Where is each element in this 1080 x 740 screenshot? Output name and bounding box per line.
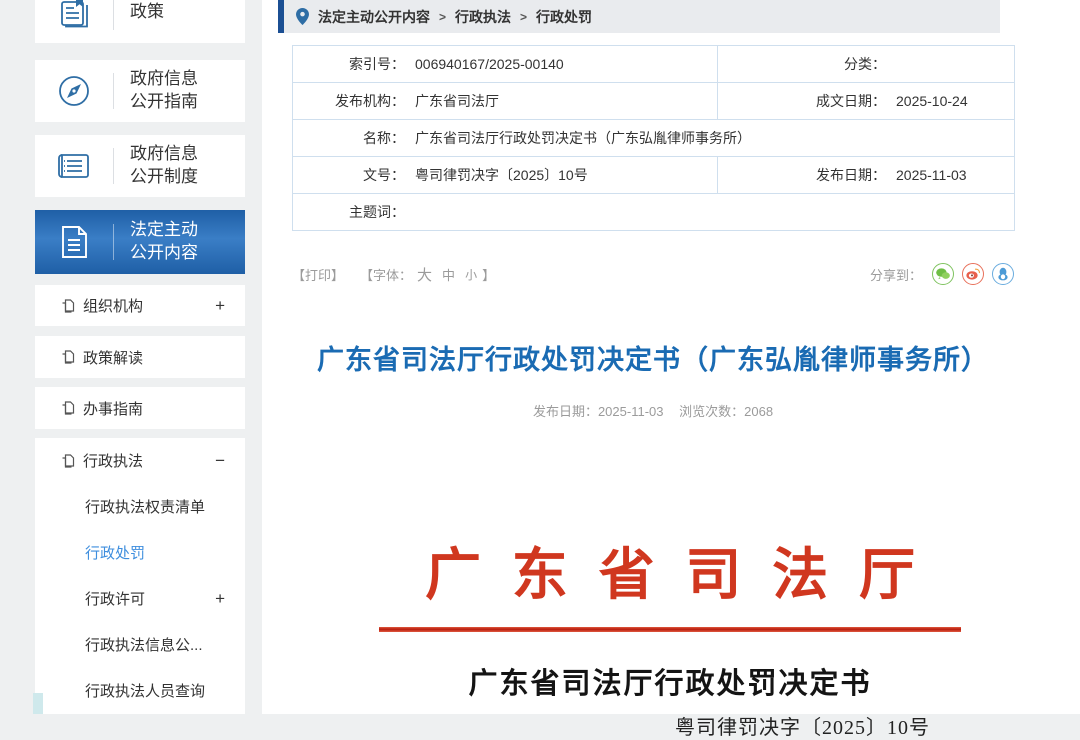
letterhead-agency-name: 广东省司法厅 <box>330 530 1010 611</box>
sidebar-item-enforcement-personnel-query[interactable]: 行政执法人员查询 <box>35 668 245 714</box>
breadcrumb-link-penalty[interactable]: 行政处罚 <box>536 7 592 27</box>
sidebar-item-info-system[interactable]: 政府信息 公开制度 <box>35 135 245 197</box>
sidebar-item-administrative-license[interactable]: 行政许可 + <box>35 575 245 621</box>
sidebar-item-label: 行政执法 <box>83 450 143 471</box>
sidebar-item-label: 办事指南 <box>83 398 143 419</box>
doc-number-label: 文号： <box>293 165 405 185</box>
table-row: 名称： 广东省司法厅行政处罚决定书（广东弘胤律师事务所） <box>293 120 1015 157</box>
font-size-suffix: 】 <box>482 265 495 284</box>
document-icon <box>35 224 113 260</box>
page-title: 广东省司法厅行政处罚决定书（广东弘胤律师事务所） <box>292 338 1014 377</box>
keywords-label: 主题词： <box>293 202 405 222</box>
font-size-small-button[interactable]: 小 <box>465 266 477 283</box>
sidebar-item-label: 法定主动 公开内容 <box>114 219 198 265</box>
share-group: 分享到： <box>870 263 1014 285</box>
sidebar-item-label: 政府信息 公开指南 <box>114 68 198 114</box>
sidebar-item-policy-interpretation[interactable]: 政策解读 <box>35 336 245 378</box>
sidebar-item-organizations[interactable]: 组织机构 + <box>35 285 245 326</box>
sidebar-item-label: 政策解读 <box>83 347 143 368</box>
sidebar-item-enforcement[interactable]: 行政执法 − <box>35 438 245 483</box>
expand-plus-icon[interactable]: + <box>215 296 225 316</box>
document-metadata-table: 索引号： 006940167/2025-00140 分类： 发布机构： 广东省司… <box>292 45 1015 231</box>
table-row: 索引号： 006940167/2025-00140 分类： <box>293 46 1015 83</box>
sidebar-item-enforcement-duty-list[interactable]: 行政执法权责清单 <box>35 483 245 529</box>
index-number-label: 索引号： <box>293 54 405 74</box>
table-row: 文号： 粤司律罚决字〔2025〕10号 发布日期： 2025-11-03 <box>293 157 1015 194</box>
sidebar-item-legal-disclosure-active[interactable]: 法定主动 公开内容 <box>35 210 245 274</box>
category-label: 分类： <box>718 54 886 74</box>
breadcrumb-separator: > <box>520 10 527 24</box>
breadcrumb-separator: > <box>439 10 446 24</box>
breadcrumb-link-legal-disclosure[interactable]: 法定主动公开内容 <box>318 7 430 27</box>
article-publish-date: 发布日期：2025-11-03 <box>533 404 664 419</box>
print-button[interactable]: 【打印】 <box>292 265 344 284</box>
sidebar-item-label: 政策 <box>114 1 164 24</box>
article-view-count: 浏览次数：2068 <box>679 404 773 419</box>
next-card-edge <box>33 693 43 714</box>
font-size-prefix: 【字体： <box>360 265 412 284</box>
page-icon <box>61 350 75 364</box>
wechat-share-icon[interactable] <box>932 263 954 285</box>
page-toolbar: 【打印】 【字体： 大 中 小 】 分享到： <box>292 262 1014 286</box>
location-pin-icon <box>296 8 309 25</box>
letterhead-red-rule <box>379 627 961 632</box>
ledger-icon <box>35 149 113 183</box>
scanned-document: 广东省司法厅 广东省司法厅行政处罚决定书 粤司律罚决字〔2025〕10号 <box>330 500 1010 740</box>
breadcrumb: 法定主动公开内容 > 行政执法 > 行政处罚 <box>278 0 1000 33</box>
page-icon <box>61 454 75 468</box>
font-size-medium-button[interactable]: 中 <box>442 265 455 284</box>
compass-icon <box>35 73 113 109</box>
breadcrumb-link-enforcement[interactable]: 行政执法 <box>455 7 511 27</box>
sidebar-item-info-guide[interactable]: 政府信息 公开指南 <box>35 60 245 122</box>
sidebar-item-enforcement-info-disclosure[interactable]: 行政执法信息公... <box>35 622 245 668</box>
document-title: 广东省司法厅行政处罚决定书 <box>330 660 1010 702</box>
sidebar-group-enforcement: 行政执法 − 行政执法权责清单 行政处罚 行政许可 + 行政执法信息公... 行… <box>35 438 245 714</box>
issuing-agency-label: 发布机构： <box>293 91 405 111</box>
main-content-panel: 法定主动公开内容 > 行政执法 > 行政处罚 索引号： 006940167/20… <box>262 0 1080 714</box>
publish-date-value: 2025-11-03 <box>886 167 967 183</box>
qq-share-icon[interactable] <box>992 263 1014 285</box>
title-label: 名称： <box>293 128 405 148</box>
title-value: 广东省司法厅行政处罚决定书（广东弘胤律师事务所） <box>405 128 751 148</box>
weibo-share-icon[interactable] <box>962 263 984 285</box>
article-meta: 发布日期：2025-11-03 浏览次数：2068 <box>292 401 1014 420</box>
table-row: 主题词： <box>293 194 1015 231</box>
doc-number-value: 粤司律罚决字〔2025〕10号 <box>405 165 588 185</box>
share-label: 分享到： <box>870 265 922 284</box>
policy-doc-icon <box>35 0 113 29</box>
written-date-value: 2025-10-24 <box>886 93 968 109</box>
font-size-large-button[interactable]: 大 <box>417 264 432 285</box>
index-number-value: 006940167/2025-00140 <box>405 56 564 72</box>
sidebar-item-policy[interactable]: 政策 <box>35 0 245 43</box>
sidebar-item-label: 组织机构 <box>83 295 143 316</box>
sidebar-item-service-guide[interactable]: 办事指南 <box>35 387 245 429</box>
issuing-agency-value: 广东省司法厅 <box>405 91 499 111</box>
expand-plus-icon[interactable]: + <box>215 589 225 609</box>
page-icon <box>61 299 75 313</box>
written-date-label: 成文日期： <box>718 91 886 111</box>
collapse-minus-icon[interactable]: − <box>215 451 225 471</box>
page-icon <box>61 401 75 415</box>
sidebar-item-label: 政府信息 公开制度 <box>114 143 198 189</box>
font-size-controls: 【字体： 大 中 小 】 <box>360 264 495 285</box>
document-reference-number: 粤司律罚决字〔2025〕10号 <box>330 711 1010 740</box>
table-row: 发布机构： 广东省司法厅 成文日期： 2025-10-24 <box>293 83 1015 120</box>
publish-date-label: 发布日期： <box>718 165 886 185</box>
sidebar-item-administrative-penalty-active[interactable]: 行政处罚 <box>35 529 245 575</box>
